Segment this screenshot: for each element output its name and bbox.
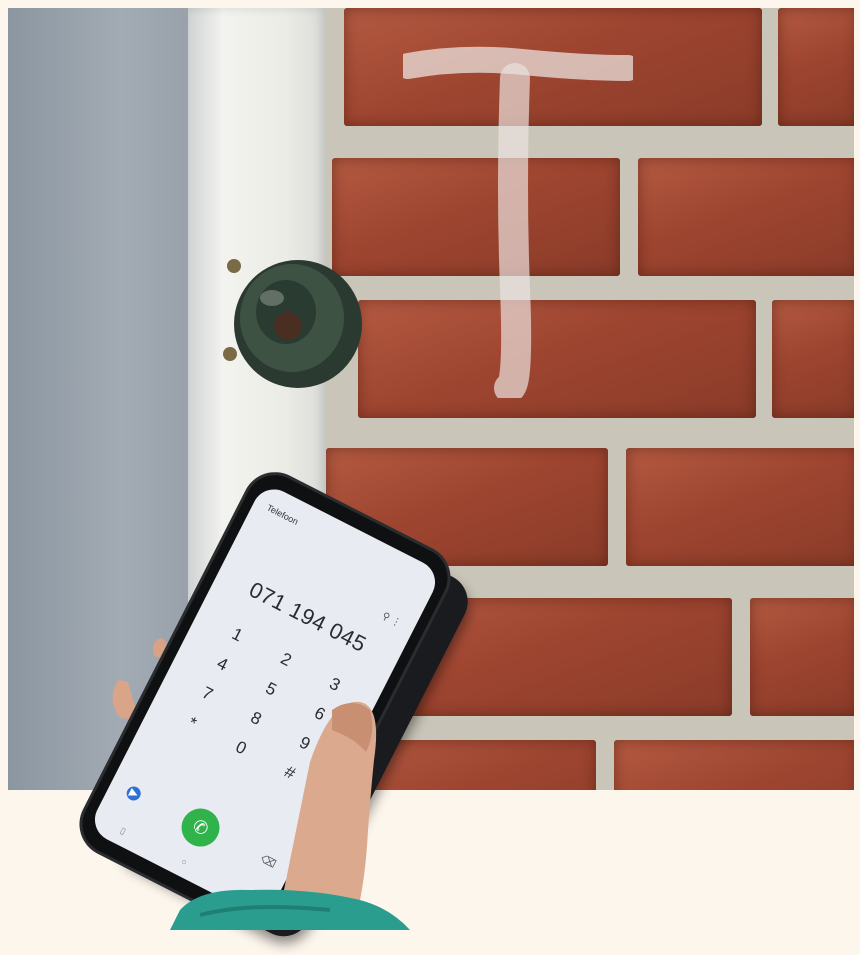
home-icon[interactable]: ○ [179, 856, 188, 868]
phone-in-hand: Telefoon ⚲ ⋮ 071 194 045 1 2 3 4 5 6 7 8… [70, 464, 478, 946]
app-title: Telefoon [265, 502, 300, 527]
key-5[interactable]: 5 [243, 669, 299, 709]
doorbell-knob [223, 259, 362, 388]
key-1[interactable]: 1 [209, 615, 265, 655]
key-hash[interactable]: # [262, 753, 318, 793]
key-9[interactable]: 9 [277, 723, 333, 763]
back-icon[interactable]: ‹ [240, 887, 248, 898]
key-8[interactable]: 8 [228, 698, 284, 738]
key-3[interactable]: 3 [307, 664, 363, 704]
search-icon[interactable]: ⚲ ⋮ [380, 611, 403, 630]
brick [614, 740, 854, 790]
video-call-icon[interactable]: ▶ [124, 784, 144, 803]
key-0[interactable]: 0 [213, 728, 269, 768]
brick [750, 598, 854, 716]
phone-call-icon: ✆ [189, 814, 213, 840]
brick [772, 300, 854, 418]
key-7[interactable]: 7 [179, 674, 235, 714]
brick [778, 8, 854, 126]
photo-scene: Telefoon ⚲ ⋮ 071 194 045 1 2 3 4 5 6 7 8… [0, 0, 860, 955]
key-6[interactable]: 6 [292, 694, 348, 734]
backspace-icon[interactable]: ⌫ [258, 852, 277, 871]
recent-apps-icon[interactable]: ▯ [118, 825, 128, 837]
call-button[interactable]: ✆ [174, 801, 227, 854]
chalk-t-mark [403, 46, 633, 398]
key-2[interactable]: 2 [258, 640, 314, 680]
brick [638, 158, 854, 276]
key-4[interactable]: 4 [194, 644, 250, 684]
brick [626, 448, 854, 566]
key-star[interactable]: * [164, 703, 220, 743]
